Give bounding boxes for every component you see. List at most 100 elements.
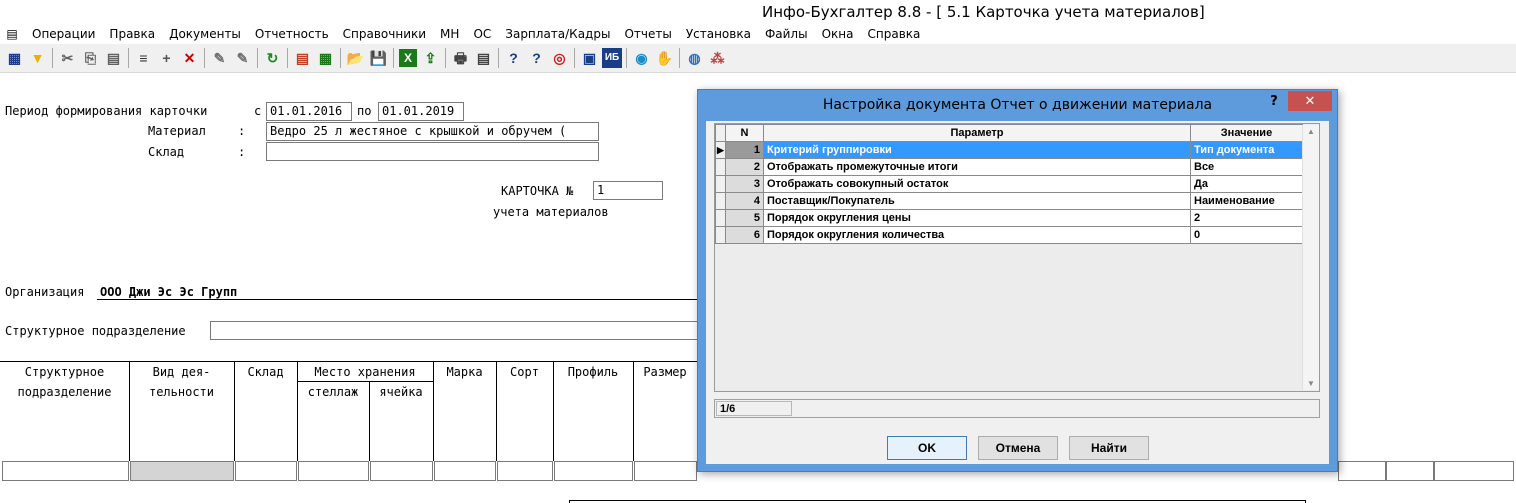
- grid-cell-value[interactable]: 2: [1190, 209, 1303, 227]
- row-grade-cell[interactable]: [497, 461, 553, 481]
- grid-header-value[interactable]: Значение: [1190, 124, 1303, 142]
- add-icon[interactable]: +: [155, 47, 178, 70]
- grid-row[interactable]: 4 Поставщик/Покупатель Наименование: [715, 192, 1303, 210]
- print-preview-icon[interactable]: ▤: [472, 47, 495, 70]
- menu-item[interactable]: Отчеты: [617, 27, 678, 41]
- scroll-up-icon[interactable]: ▲: [1307, 127, 1315, 136]
- organization-value: ООО Джи Эс Эс Групп: [100, 285, 238, 299]
- ok-button[interactable]: OK: [887, 436, 967, 460]
- row-division-cell[interactable]: [2, 461, 129, 481]
- menu-item[interactable]: Файлы: [758, 27, 815, 41]
- compass-icon[interactable]: ◎: [548, 47, 571, 70]
- grid-header-n[interactable]: N: [725, 124, 764, 142]
- refresh-icon[interactable]: ↻: [261, 47, 284, 70]
- grid-header-param[interactable]: Параметр: [763, 124, 1191, 142]
- copy-icon[interactable]: ⎘: [79, 47, 102, 70]
- system-menu-icon[interactable]: ▤: [3, 27, 21, 41]
- grid-cell-param[interactable]: Отображать совокупный остаток: [763, 175, 1191, 193]
- menu-item[interactable]: Правка: [102, 27, 162, 41]
- calculator-icon[interactable]: ▦: [314, 47, 337, 70]
- network-icon[interactable]: ⁂: [706, 47, 729, 70]
- grid-cell-value[interactable]: Все: [1190, 158, 1303, 176]
- row-rack-cell[interactable]: [298, 461, 369, 481]
- period-to-label: по: [357, 104, 372, 118]
- card-number-input[interactable]: 1: [593, 181, 663, 200]
- menu-item[interactable]: Отчетность: [248, 27, 336, 41]
- grid-cell-n[interactable]: 5: [725, 209, 764, 227]
- grid-cell-n[interactable]: 3: [725, 175, 764, 193]
- paste-icon[interactable]: ▤: [102, 47, 125, 70]
- menu-item[interactable]: Операции: [25, 27, 102, 41]
- menu-item[interactable]: Окна: [815, 27, 861, 41]
- grid-cell-value[interactable]: Тип документа: [1190, 141, 1303, 159]
- menu-item[interactable]: Справочники: [336, 27, 433, 41]
- row-extra-cell[interactable]: [1434, 461, 1514, 481]
- row-activity-cell[interactable]: [130, 461, 234, 481]
- print-icon[interactable]: 🖶: [449, 47, 472, 70]
- book-icon[interactable]: ▣: [578, 47, 601, 70]
- row-size-cell[interactable]: [634, 461, 697, 481]
- grid-row[interactable]: 3 Отображать совокупный остаток Да: [715, 175, 1303, 193]
- grid-vertical-scrollbar[interactable]: ▲ ▼: [1302, 125, 1319, 390]
- grid-cell-param[interactable]: Поставщик/Покупатель: [763, 192, 1191, 210]
- grid-cell-param[interactable]: Критерий группировки: [763, 141, 1191, 159]
- globe-icon[interactable]: ◍: [683, 47, 706, 70]
- material-colon: :: [238, 124, 246, 138]
- scroll-down-icon[interactable]: ▼: [1307, 379, 1315, 388]
- grid-cell-n[interactable]: 4: [725, 192, 764, 210]
- grid-cell-n[interactable]: 2: [725, 158, 764, 176]
- export-icon[interactable]: ⇪: [419, 47, 442, 70]
- grid-cell-n[interactable]: 6: [725, 226, 764, 244]
- grid-row[interactable]: 2 Отображать промежуточные итоги Все: [715, 158, 1303, 176]
- hand-icon[interactable]: ✋: [653, 47, 676, 70]
- row-extra-cell[interactable]: [1386, 461, 1434, 481]
- grid-row[interactable]: 6 Порядок округления количества 0: [715, 226, 1303, 244]
- pin-text-icon[interactable]: ✎: [231, 47, 254, 70]
- save-icon[interactable]: 💾: [367, 47, 390, 70]
- dialog-help-button[interactable]: ?: [1266, 94, 1282, 110]
- menu-item[interactable]: Установка: [679, 27, 758, 41]
- menu-item[interactable]: МН: [433, 27, 466, 41]
- menu-item[interactable]: ОС: [466, 27, 498, 41]
- grid-cell-n[interactable]: 1: [725, 141, 764, 159]
- filter-icon[interactable]: ▼: [26, 47, 49, 70]
- toolbar-separator: [257, 48, 258, 68]
- find-button[interactable]: Найти: [1069, 436, 1149, 460]
- support-icon[interactable]: ◉: [630, 47, 653, 70]
- cancel-button[interactable]: Отмена: [978, 436, 1058, 460]
- row-warehouse-cell[interactable]: [235, 461, 297, 481]
- row-brand-cell[interactable]: [434, 461, 496, 481]
- open-folder-icon[interactable]: 📂: [344, 47, 367, 70]
- dialog-close-button[interactable]: ✕: [1288, 91, 1332, 111]
- grid-row[interactable]: 5 Порядок округления цены 2: [715, 209, 1303, 227]
- delete-icon[interactable]: ✕: [178, 47, 201, 70]
- excel-icon[interactable]: X: [399, 49, 417, 67]
- period-to-input[interactable]: 01.01.2019: [378, 102, 464, 121]
- table-icon[interactable]: ▦: [3, 47, 26, 70]
- grid-row[interactable]: ▶ 1 Критерий группировки Тип документа: [715, 141, 1303, 159]
- material-input[interactable]: Ведро 25 л жестяное с крышкой и обручем …: [266, 122, 599, 141]
- ib10-icon[interactable]: ИБ: [602, 48, 622, 68]
- row-extra-cell[interactable]: [1338, 461, 1386, 481]
- help-icon[interactable]: ?: [502, 47, 525, 70]
- pin-icon[interactable]: ✎: [208, 47, 231, 70]
- grid-cell-param[interactable]: Порядок округления цены: [763, 209, 1191, 227]
- menu-item[interactable]: Документы: [162, 27, 248, 41]
- numbering-icon[interactable]: ≡: [132, 47, 155, 70]
- whats-this-icon[interactable]: ?: [525, 47, 548, 70]
- grid-cell-param[interactable]: Отображать промежуточные итоги: [763, 158, 1191, 176]
- grid-cell-value[interactable]: Да: [1190, 175, 1303, 193]
- cut-icon[interactable]: ✂: [56, 47, 79, 70]
- grid-cell-param[interactable]: Порядок округления количества: [763, 226, 1191, 244]
- division-input[interactable]: [210, 321, 698, 340]
- grid-cell-value[interactable]: Наименование: [1190, 192, 1303, 210]
- row-cell-cell[interactable]: [370, 461, 433, 481]
- grid-cell-value[interactable]: 0: [1190, 226, 1303, 244]
- row-profile-cell[interactable]: [554, 461, 633, 481]
- menu-item[interactable]: Справка: [861, 27, 928, 41]
- calendar-icon[interactable]: ▤: [291, 47, 314, 70]
- period-from-input[interactable]: 01.01.2016: [266, 102, 352, 121]
- row-indicator-icon: [715, 209, 726, 227]
- menu-item[interactable]: Зарплата/Кадры: [498, 27, 617, 41]
- warehouse-input[interactable]: [266, 142, 599, 161]
